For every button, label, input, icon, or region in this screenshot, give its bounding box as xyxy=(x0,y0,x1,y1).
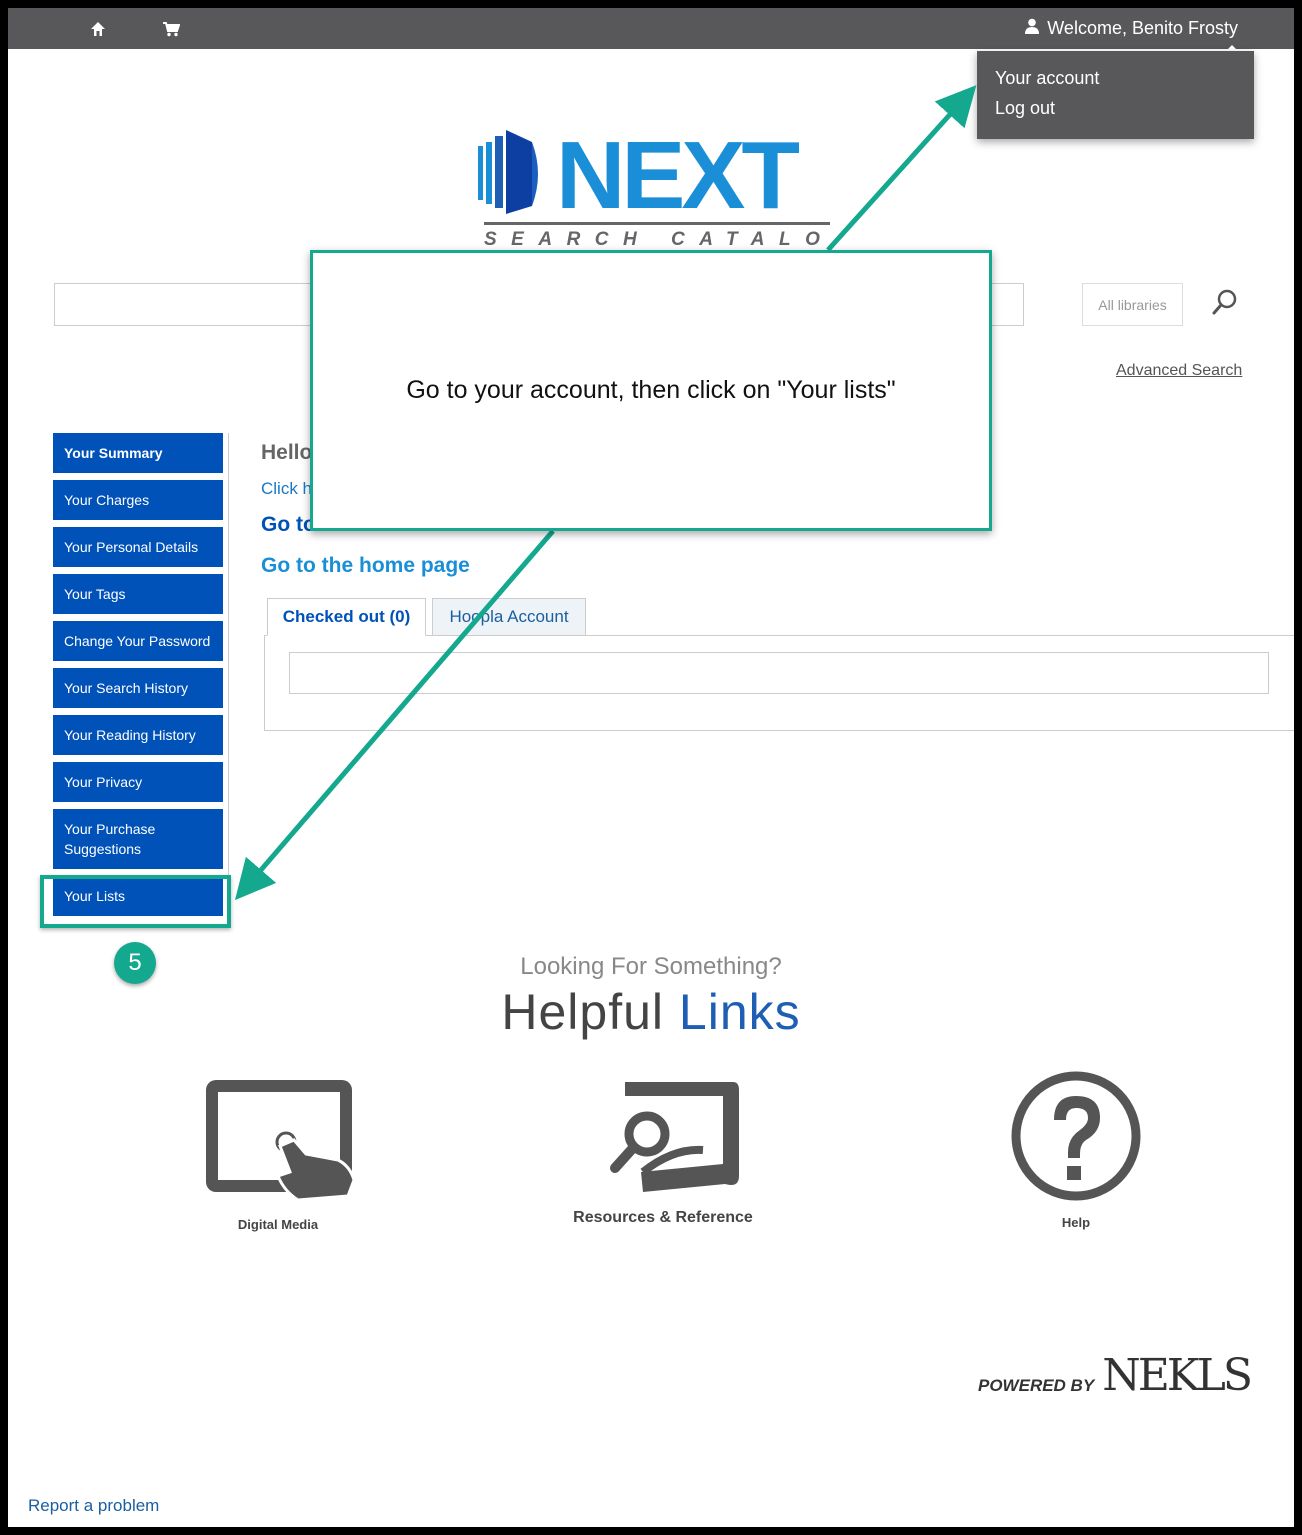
search-button[interactable] xyxy=(1208,287,1242,321)
goto-link[interactable]: Go to xyxy=(261,513,316,537)
instruction-callout: Go to your account, then click on "Your … xyxy=(310,250,992,531)
sidebar-item-purchase-suggestions[interactable]: Your Purchase Suggestions xyxy=(53,809,223,869)
tab-hoopla-account[interactable]: Hoopla Account xyxy=(432,598,586,636)
helpful-links-heading: Helpful Links xyxy=(8,983,1294,1041)
nekls-logo-text: NEKLS xyxy=(1102,1350,1253,1401)
click-here-link[interactable]: Click h xyxy=(261,479,312,499)
user-icon xyxy=(1025,18,1040,39)
magnify-document-icon xyxy=(583,1082,743,1202)
question-circle-icon xyxy=(1008,1071,1144,1208)
arrow-to-account-menu xyxy=(826,85,977,252)
checked-out-table xyxy=(289,652,1269,694)
cart-icon[interactable] xyxy=(160,18,182,40)
sidebar-item-tags[interactable]: Your Tags xyxy=(53,574,223,614)
step-number-badge: 5 xyxy=(114,942,156,984)
account-dropdown-menu: Your account Log out xyxy=(977,51,1254,139)
powered-by-text: POWERED BY xyxy=(978,1376,1095,1395)
search-icon xyxy=(1211,288,1239,321)
menu-item-log-out[interactable]: Log out xyxy=(995,93,1236,123)
sidebar-item-change-password[interactable]: Change Your Password xyxy=(53,621,223,661)
callout-text: Go to your account, then click on "Your … xyxy=(406,376,896,404)
sidebar-item-search-history[interactable]: Your Search History xyxy=(53,668,223,708)
next-search-catalog-logo[interactable]: NEXT SEARCH CATALOG xyxy=(474,122,849,250)
tab-checked-out[interactable]: Checked out (0) xyxy=(267,598,426,636)
resources-reference-label: Resources & Reference xyxy=(573,1209,753,1226)
help-link[interactable]: Help xyxy=(1008,1068,1144,1230)
greeting-heading: Hello xyxy=(261,441,313,464)
sidebar-item-summary[interactable]: Your Summary xyxy=(53,433,223,473)
resources-reference-link[interactable]: Resources & Reference xyxy=(568,1072,758,1227)
powered-by-nekls[interactable]: POWERED BY NEKLS xyxy=(978,1350,1253,1401)
welcome-text: Welcome, Benito Frosty xyxy=(1047,18,1238,38)
tab-panel xyxy=(264,635,1294,731)
looking-for-something-text: Looking For Something? xyxy=(520,953,782,980)
digital-media-link[interactable]: Digital Media xyxy=(198,1076,358,1232)
your-lists-highlight xyxy=(40,875,231,928)
sidebar-item-charges[interactable]: Your Charges xyxy=(53,480,223,520)
help-label: Help xyxy=(1061,1215,1091,1230)
library-select[interactable]: All libraries xyxy=(1082,283,1183,326)
advanced-search-link[interactable]: Advanced Search xyxy=(1116,362,1242,380)
top-navigation-bar: Welcome, Benito Frosty xyxy=(8,8,1294,51)
report-problem-link[interactable]: Report a problem xyxy=(28,1496,159,1516)
logo-graphic: NEXT SEARCH CATALOG xyxy=(478,122,849,250)
menu-item-your-account[interactable]: Your account xyxy=(995,63,1236,93)
logo-subtitle: SEARCH CATALOG xyxy=(484,229,830,246)
sidebar-item-personal-details[interactable]: Your Personal Details xyxy=(53,527,223,567)
helpful-word: Helpful xyxy=(501,984,664,1040)
page: Welcome, Benito Frosty Your account Log … xyxy=(8,8,1294,1527)
sidebar-item-reading-history[interactable]: Your Reading History xyxy=(53,715,223,755)
logo-title: NEXT xyxy=(556,126,799,229)
tablet-touch-icon xyxy=(198,1080,358,1210)
sidebar-item-privacy[interactable]: Your Privacy xyxy=(53,762,223,802)
home-icon[interactable] xyxy=(87,18,109,40)
account-sidebar: Your Summary Your Charges Your Personal … xyxy=(53,433,229,923)
goto-home-link[interactable]: Go to the home page xyxy=(261,554,470,578)
digital-media-label: Digital Media xyxy=(237,1217,319,1232)
user-menu-toggle[interactable]: Welcome, Benito Frosty xyxy=(1025,18,1238,51)
links-word: Links xyxy=(678,984,801,1040)
